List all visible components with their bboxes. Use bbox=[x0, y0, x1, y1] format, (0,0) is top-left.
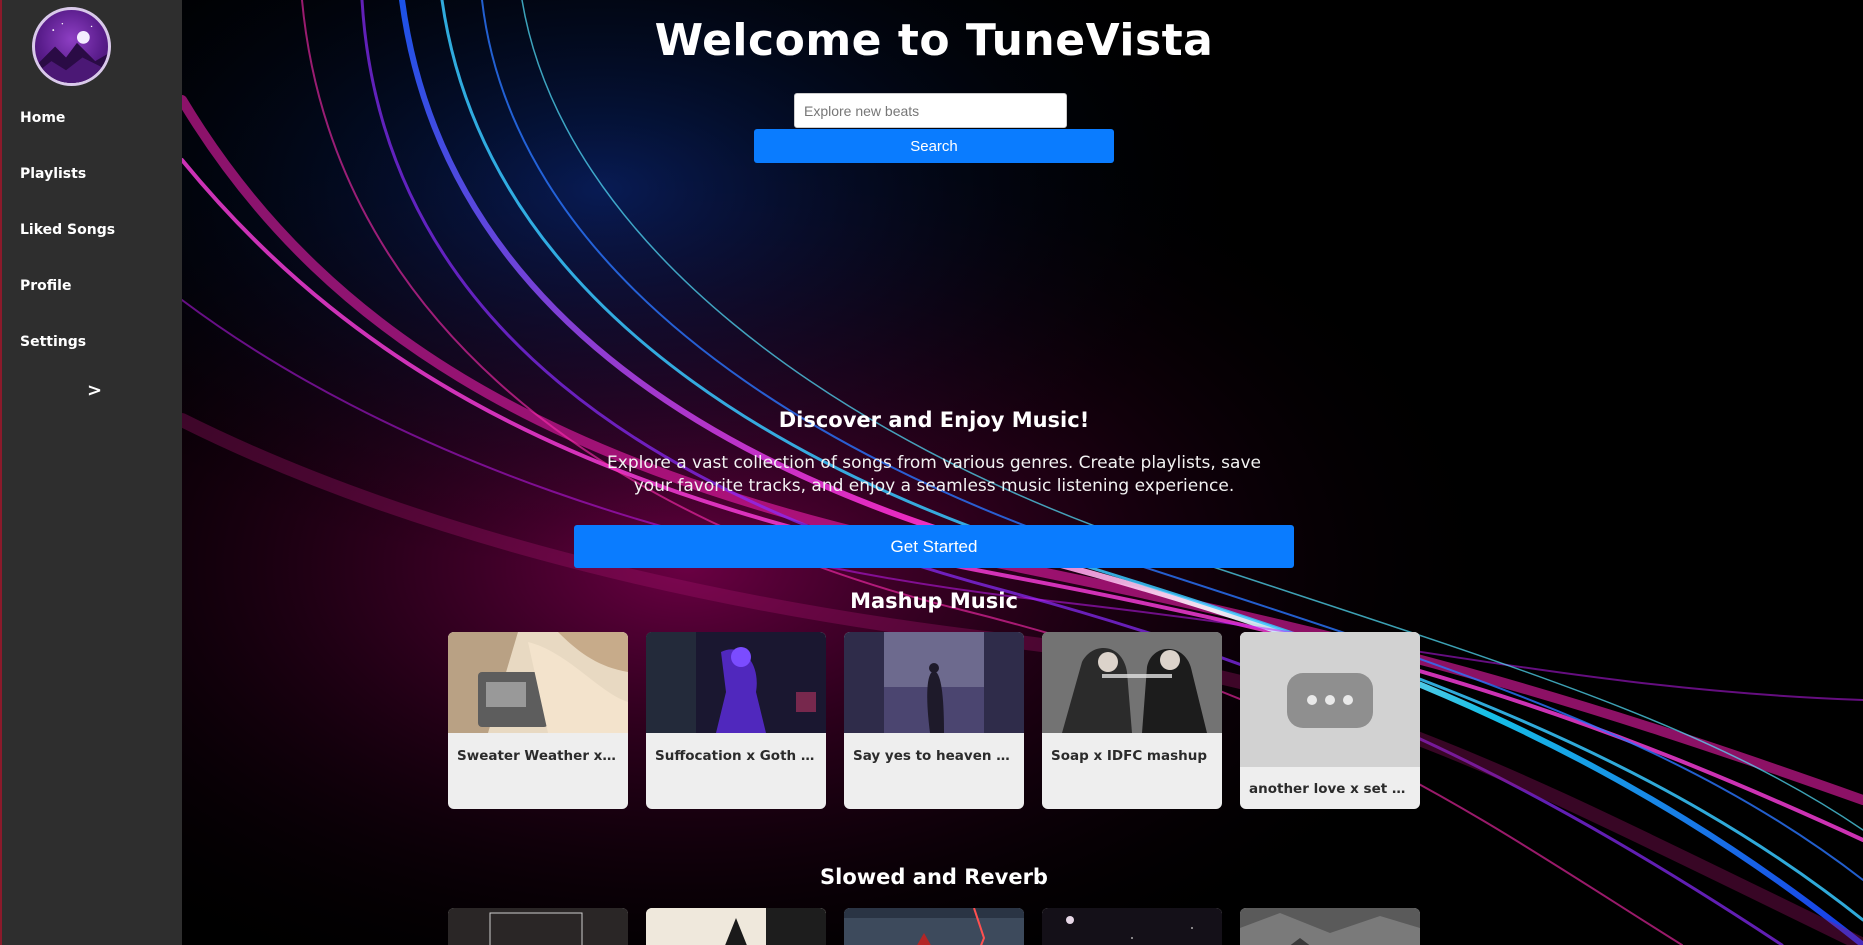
more-dots-icon bbox=[1240, 632, 1420, 767]
card-title: Suffocation x Goth (Slowed) bbox=[655, 748, 817, 764]
album-art bbox=[1042, 632, 1222, 733]
album-art bbox=[1240, 908, 1420, 945]
sidebar-item-settings[interactable]: Settings bbox=[20, 334, 86, 350]
search-button[interactable]: Search bbox=[754, 129, 1114, 163]
card-title: Sweater Weather x Afterdark bbox=[457, 748, 619, 764]
slowed-card[interactable] bbox=[448, 908, 628, 945]
card-title: Soap x IDFC mashup bbox=[1051, 748, 1208, 764]
sidebar-item-home[interactable]: Home bbox=[20, 110, 65, 126]
mashup-card[interactable]: Suffocation x Goth (Slowed) bbox=[646, 632, 826, 809]
mashup-card[interactable]: another love x set fire to the rain bbox=[1240, 632, 1420, 809]
get-started-button[interactable]: Get Started bbox=[574, 525, 1294, 568]
slowed-card-row bbox=[448, 908, 1420, 945]
slowed-card[interactable] bbox=[646, 908, 826, 945]
card-title: Say yes to heaven x space song bbox=[853, 748, 1015, 764]
album-art bbox=[448, 908, 628, 945]
mashup-card[interactable]: Sweater Weather x Afterdark bbox=[448, 632, 628, 809]
mashup-heading: Mashup Music bbox=[850, 589, 1018, 613]
slowed-heading: Slowed and Reverb bbox=[820, 865, 1048, 889]
album-art bbox=[646, 632, 826, 733]
album-art-placeholder bbox=[1240, 632, 1420, 767]
album-art bbox=[844, 908, 1024, 945]
album-art bbox=[646, 908, 826, 945]
main-content: Welcome to TuneVista Search Discover and… bbox=[182, 0, 1863, 945]
mashup-card-row: Sweater Weather x Afterdark Suffocation … bbox=[448, 632, 1420, 809]
sidebar: Home Playlists Liked Songs Profile Setti… bbox=[0, 0, 182, 945]
sidebar-expand-toggle[interactable]: > bbox=[87, 380, 102, 401]
slowed-card[interactable] bbox=[1042, 908, 1222, 945]
album-art bbox=[448, 632, 628, 733]
mashup-card[interactable]: Soap x IDFC mashup bbox=[1042, 632, 1222, 809]
card-title: another love x set fire to the rain bbox=[1249, 781, 1411, 797]
slowed-card[interactable] bbox=[844, 908, 1024, 945]
mashup-card[interactable]: Say yes to heaven x space song bbox=[844, 632, 1024, 809]
page-title: Welcome to TuneVista bbox=[654, 15, 1214, 66]
sidebar-item-profile[interactable]: Profile bbox=[20, 278, 71, 294]
hero-description: Explore a vast collection of songs from … bbox=[607, 453, 1261, 496]
app-logo[interactable] bbox=[32, 7, 111, 86]
album-art bbox=[844, 632, 1024, 733]
sidebar-item-playlists[interactable]: Playlists bbox=[20, 166, 86, 182]
slowed-card[interactable] bbox=[1240, 908, 1420, 945]
search-input[interactable] bbox=[794, 93, 1067, 128]
album-art bbox=[1042, 908, 1222, 945]
sidebar-item-liked-songs[interactable]: Liked Songs bbox=[20, 222, 115, 238]
mountain-moon-icon bbox=[35, 22, 108, 83]
hero-heading: Discover and Enjoy Music! bbox=[778, 408, 1090, 432]
